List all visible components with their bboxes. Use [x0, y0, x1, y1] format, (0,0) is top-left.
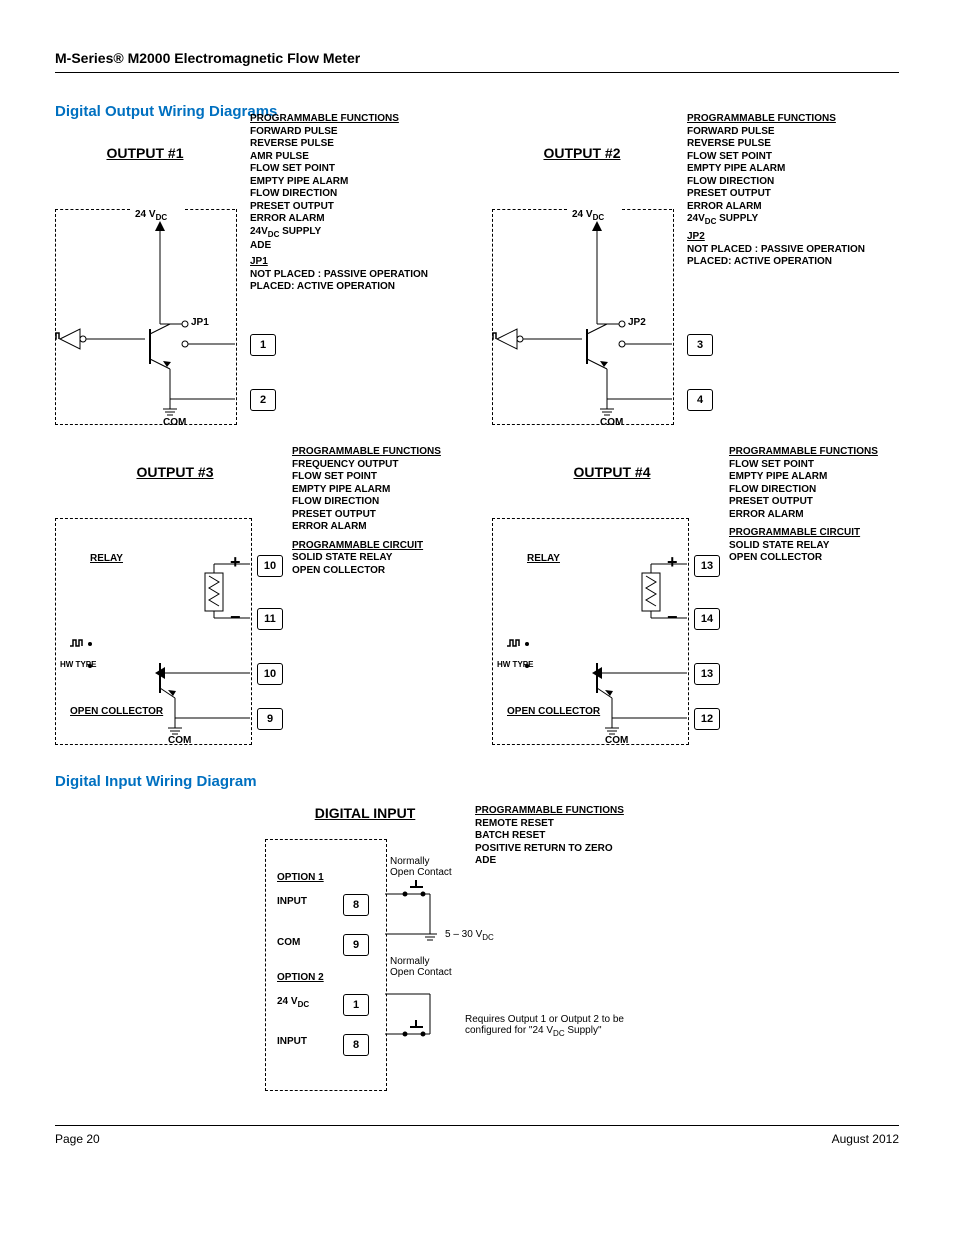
output2-term-3: 3 [687, 334, 713, 356]
output2-functions: PROGRAMMABLE FUNCTIONS FORWARD PULSE REV… [687, 113, 897, 269]
diagram-output-3: OUTPUT #3 + − [55, 454, 462, 748]
output3-functions: PROGRAMMABLE FUNCTIONS FREQUENCY OUTPUT … [292, 446, 472, 577]
svg-text:−: − [230, 607, 241, 627]
diagram-digital-input: DIGITAL INPUT OPTION 1 [265, 805, 899, 1105]
output4-term-d: 12 [694, 708, 720, 730]
diagram-output-4: OUTPUT #4 + − [492, 454, 899, 748]
input-input1-label: INPUT [277, 896, 307, 907]
input-noc1: Normally Open Contact [390, 856, 452, 878]
output1-title: OUTPUT #1 [55, 145, 235, 161]
output4-title: OUTPUT #4 [522, 464, 702, 480]
diagram-output-1: OUTPUT #1 24 VDC [55, 135, 462, 429]
output1-term-2: 2 [250, 389, 276, 411]
header-rule [55, 72, 899, 73]
input-term-8a: 8 [343, 894, 369, 916]
input-input2-label: INPUT [277, 1036, 307, 1047]
output1-functions: PROGRAMMABLE FUNCTIONS FORWARD PULSE REV… [250, 113, 460, 294]
output2-term-4: 4 [687, 389, 713, 411]
output4-term-b: 14 [694, 608, 720, 630]
output2-title: OUTPUT #2 [492, 145, 672, 161]
input-com-label: COM [277, 937, 300, 948]
output3-hwtype: HW TYPE [60, 660, 96, 669]
input-term-1: 1 [343, 994, 369, 1016]
input-title: DIGITAL INPUT [285, 805, 445, 821]
doc-header-title: M-Series® M2000 Electromagnetic Flow Met… [55, 50, 899, 66]
output3-term-d: 9 [257, 708, 283, 730]
section-digital-input-title: Digital Input Wiring Diagram [55, 773, 899, 790]
input-voltage-range: 5 – 30 VDC [445, 929, 494, 942]
output3-title: OUTPUT #3 [85, 464, 265, 480]
output1-com: COM [163, 417, 186, 428]
svg-text:+: + [230, 552, 241, 572]
output3-relay: RELAY [90, 553, 123, 564]
footer-date: August 2012 [832, 1132, 899, 1146]
input-functions: PROGRAMMABLE FUNCTIONS REMOTE RESET BATC… [475, 805, 675, 868]
input-term-9: 9 [343, 934, 369, 956]
output1-term-1: 1 [250, 334, 276, 356]
output3-oc: OPEN COLLECTOR [70, 706, 163, 717]
input-option2: OPTION 2 [277, 972, 324, 983]
output3-term-c: 10 [257, 663, 283, 685]
output3-term-b: 11 [257, 608, 283, 630]
footer-page: Page 20 [55, 1132, 100, 1146]
output4-term-c: 13 [694, 663, 720, 685]
input-option1: OPTION 1 [277, 872, 324, 883]
output4-functions: PROGRAMMABLE FUNCTIONS FLOW SET POINT EM… [729, 446, 909, 565]
output4-term-a: 13 [694, 555, 720, 577]
input-term-8b: 8 [343, 1034, 369, 1056]
output3-term-a: 10 [257, 555, 283, 577]
input-noc2: Normally Open Contact [390, 956, 452, 978]
svg-text:+: + [667, 552, 678, 572]
input-24v: 24 VDC [277, 996, 309, 1009]
page-footer: Page 20 August 2012 [55, 1125, 899, 1146]
input-requires-note: Requires Output 1 or Output 2 to be conf… [465, 1014, 665, 1038]
output1-jp-label: JP1 [191, 317, 209, 328]
svg-text:−: − [667, 607, 678, 627]
diagram-output-2: OUTPUT #2 24 VDC [492, 135, 899, 429]
